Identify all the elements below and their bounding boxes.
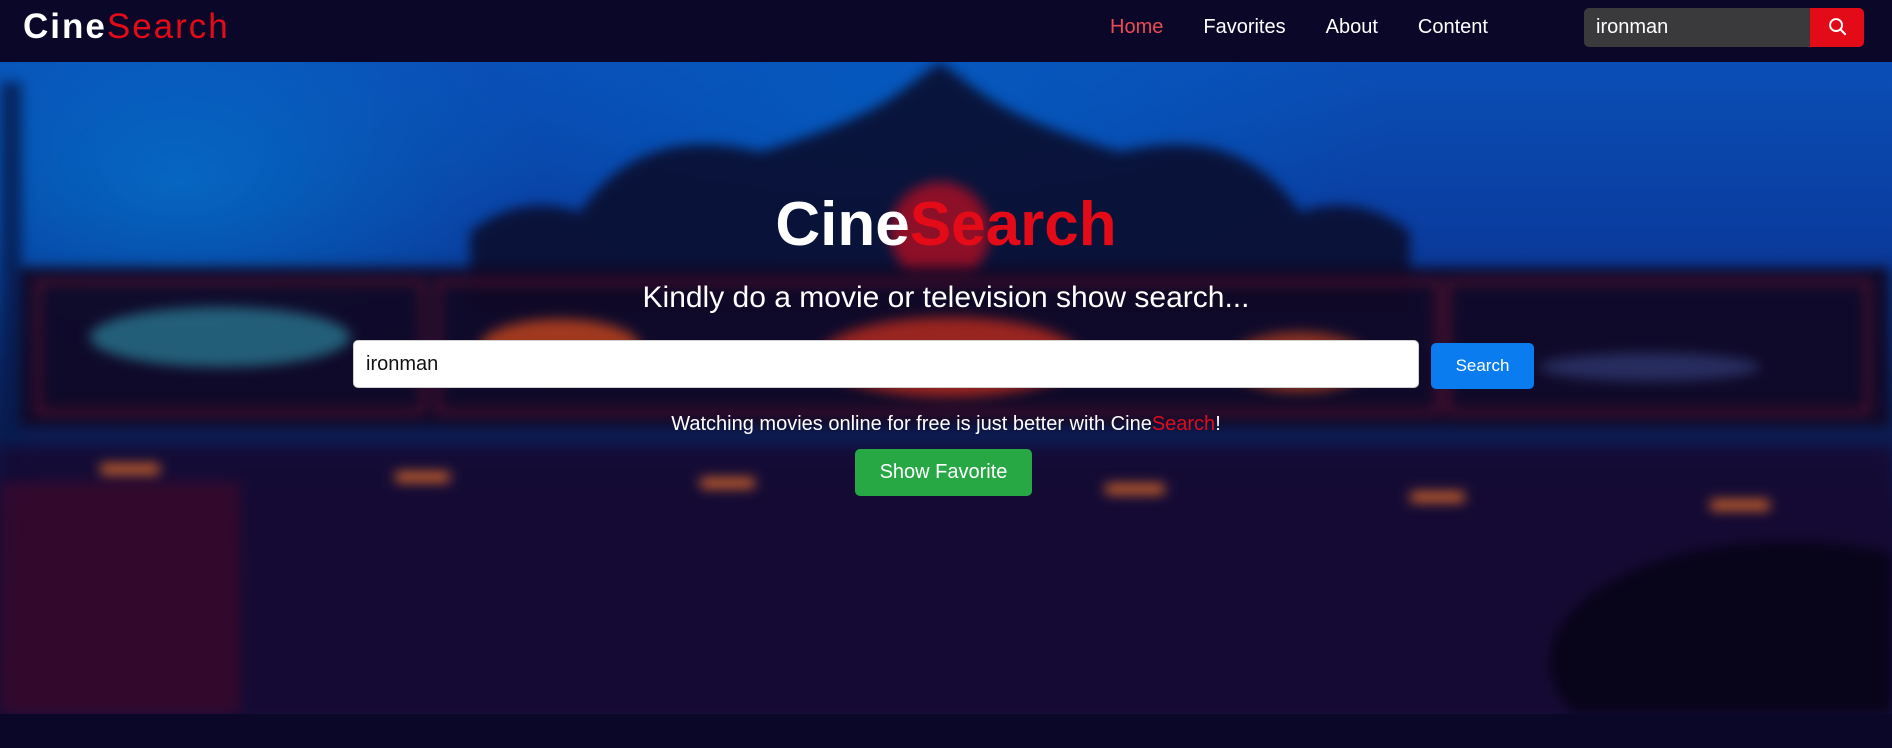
hero-section: CineSearch Kindly do a movie or televisi…: [0, 62, 1892, 714]
footer-band: [0, 714, 1892, 748]
nav-link-home[interactable]: Home: [1110, 16, 1163, 39]
show-favorite-button[interactable]: Show Favorite: [855, 449, 1032, 496]
hero-search-button[interactable]: Search: [1431, 343, 1534, 389]
nav-links: Home Favorites About Content: [1110, 0, 1528, 54]
nav-link-favorites[interactable]: Favorites: [1203, 16, 1285, 39]
nav-link-about[interactable]: About: [1326, 16, 1378, 39]
hero-search-input[interactable]: [353, 340, 1419, 388]
tagline: Watching movies online for free is just …: [0, 412, 1892, 436]
brand-logo-part2: Search: [106, 7, 230, 46]
brand-logo[interactable]: CineSearch: [23, 7, 230, 47]
navbar-search-button[interactable]: [1810, 8, 1864, 47]
search-icon: [1828, 17, 1847, 39]
navbar: CineSearch Home Favorites About Content: [0, 0, 1892, 62]
hero-title-part2: Search: [909, 190, 1117, 259]
tagline-text: Watching movies online for free is just …: [671, 413, 1152, 435]
hero-title-part1: Cine: [775, 190, 910, 259]
brand-logo-part1: Cine: [23, 7, 107, 46]
hero-subtitle: Kindly do a movie or television show sea…: [642, 281, 1250, 314]
hero-content: CineSearch Kindly do a movie or televisi…: [0, 62, 1892, 714]
navbar-search: [1584, 8, 1864, 47]
tagline-end: !: [1215, 413, 1221, 435]
nav-link-content[interactable]: Content: [1418, 16, 1488, 39]
tagline-highlight: Search: [1151, 413, 1216, 435]
hero-title: CineSearch: [0, 190, 1892, 260]
navbar-search-input[interactable]: [1584, 8, 1810, 47]
